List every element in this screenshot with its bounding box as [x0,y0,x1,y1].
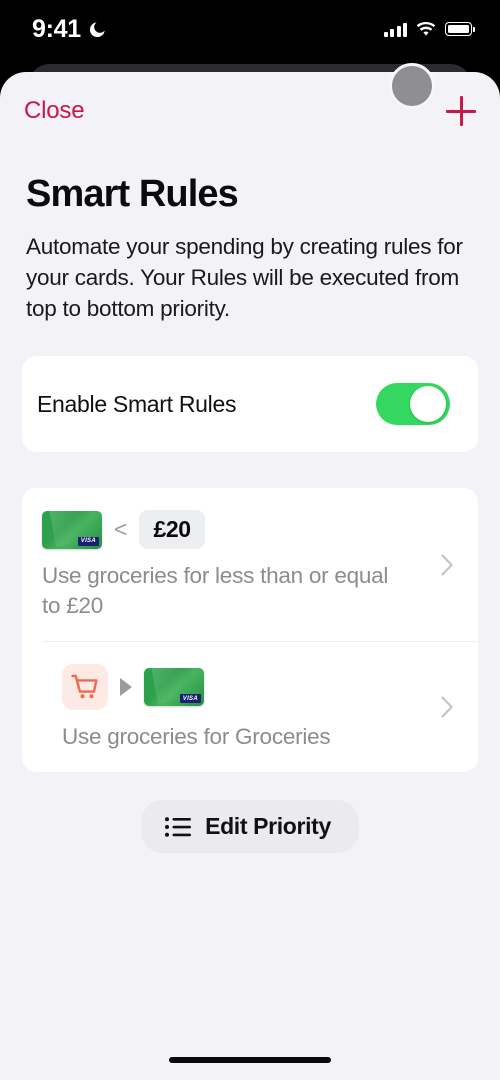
home-indicator [169,1057,331,1063]
enable-smart-rules-label: Enable Smart Rules [37,390,237,417]
battery-full-icon [445,22,475,36]
cellular-signal-icon [383,22,407,37]
rule-content: VISA Use groceries for Groceries [42,664,456,752]
rule-condition-row: VISA [62,664,456,711]
page-header: Smart Rules Automate your spending by cr… [0,150,500,324]
visa-logo: VISA [179,694,201,704]
wifi-icon [416,21,436,36]
moon-icon [89,21,105,37]
page-title: Smart Rules [26,173,239,215]
chevron-right-icon [441,554,453,576]
rule-row-amount[interactable]: VISA < £20 Use groceries for less than o… [22,488,478,641]
status-bar-right [383,21,475,37]
rule-row-category[interactable]: VISA Use groceries for Groceries [42,641,478,772]
edit-priority-label: Edit Priority [205,813,331,840]
rules-list-card: VISA < £20 Use groceries for less than o… [22,488,478,773]
chevron-right-icon [441,696,453,718]
triangle-right-icon [120,678,132,697]
smart-rules-sheet: Close Smart Rules Automate your spending… [0,72,500,1080]
user-avatar[interactable] [389,63,435,109]
close-button[interactable]: Close [24,97,85,125]
status-bar-left: 9:41 [32,14,107,43]
rule-description: Use groceries for Groceries [62,724,331,750]
shopping-cart-icon [62,664,108,711]
toggle-knob [410,386,446,423]
edit-priority-button[interactable]: Edit Priority [141,800,359,854]
edit-priority-wrapper: Edit Priority [0,800,500,854]
navbar-actions [446,96,476,126]
list-bullet-icon [165,817,192,837]
status-bar: 9:41 [0,0,500,58]
page-description: Automate your spending by creating rules… [26,234,463,322]
enable-smart-rules-toggle[interactable] [376,383,450,426]
visa-logo: VISA [77,536,99,546]
enable-smart-rules-card[interactable]: Enable Smart Rules [22,356,478,453]
rule-description: Use groceries for less than or equal to … [42,563,389,619]
phone-screen: 9:41 Close Smart Rules Automate your spe… [0,0,500,1080]
rule-condition-row: VISA < £20 [42,510,456,549]
add-rule-button[interactable] [446,96,476,126]
green-visa-card-icon: VISA [144,668,204,707]
rule-content: VISA < £20 Use groceries for less than o… [42,510,456,621]
status-time: 9:41 [32,14,81,43]
operator-less-than: < [114,516,128,543]
green-visa-card-icon: VISA [42,510,102,549]
amount-badge: £20 [139,510,205,549]
